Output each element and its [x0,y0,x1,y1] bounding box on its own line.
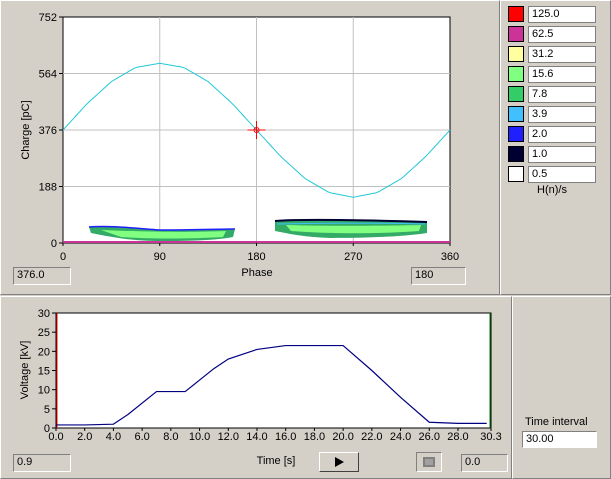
voltage-plot-panel: 0.0 2.0 4.0 6.0 8.0 10.0 12.0 14.0 16.0 18.0 20.0 2… [0,296,512,479]
legend-threshold-field[interactable]: 125.0 [528,6,596,23]
legend-unit-label: H(n)/s [537,184,567,196]
phase-plot-panel: 0 90 180 270 360 0 188 376 564 752 Phase Charge … [0,0,500,295]
stop-icon [423,457,435,467]
y-tick-label: 20 [38,346,50,358]
legend-item: 31.2 [508,46,598,63]
y-tick-label: 564 [39,69,57,81]
legend-item: 0.5 [508,166,598,183]
x-tick-label: 30.3 [480,431,501,443]
x-tick-label: 270 [344,251,362,263]
legend-item: 3.9 [508,106,598,123]
legend-color-swatch[interactable] [508,106,524,122]
stop-button[interactable] [416,452,442,472]
play-icon [335,457,344,467]
legend-threshold-field[interactable]: 3.9 [528,106,596,123]
legend-item: 62.5 [508,26,598,43]
x-tick-label: 28.0 [447,431,468,443]
x-tick-label: 26.0 [419,431,440,443]
y-axis-label: Charge [pC] [20,100,32,159]
voltage-chart[interactable]: 0.0 2.0 4.0 6.0 8.0 10.0 12.0 14.0 16.0 18.0 20.0 2… [1,297,511,478]
legend-threshold-field[interactable]: 15.6 [528,66,596,83]
legend-threshold-field[interactable]: 0.5 [528,166,596,183]
x-tick-label: 18.0 [304,431,325,443]
x-tick-label: 0.0 [48,431,63,443]
y-tick-label: 188 [39,182,57,194]
voltage-plot-area[interactable] [55,312,492,429]
x-axis-label: Time [s] [257,455,296,467]
x-tick-label: 12.0 [218,431,239,443]
y-tick-label: 25 [38,327,50,339]
y-tick-label: 0 [51,238,57,250]
x-tick-label: 8.0 [163,431,178,443]
x-tick-label: 0 [60,251,66,263]
legend-color-swatch[interactable] [508,6,524,22]
time-interval-panel [512,296,611,479]
phase-chart[interactable]: 0 90 180 270 360 0 188 376 564 752 Phase Charge … [1,1,499,294]
charge-readout: 376.0 [13,267,71,285]
x-tick-label: 180 [247,251,265,263]
y-tick-label: 5 [44,404,50,416]
x-tick-label: 360 [441,251,459,263]
x-tick-label: 10.0 [189,431,210,443]
x-tick-label: 24.0 [390,431,411,443]
x-tick-label: 6.0 [134,431,149,443]
x-tick-label: 20.0 [332,431,353,443]
legend-item: 1.0 [508,146,598,163]
phase-readout: 180 [411,267,466,285]
y-tick-label: 15 [38,366,50,378]
time-interval-input[interactable]: 30.00 [522,431,597,448]
legend-threshold-field[interactable]: 1.0 [528,146,596,163]
legend-color-swatch[interactable] [508,146,524,162]
y-tick-label: 376 [39,125,57,137]
y-tick-label: 0 [44,423,50,435]
time-interval-label: Time interval [525,416,588,428]
time-readout: 0.0 [461,454,508,472]
y-tick-label: 752 [39,12,57,24]
legend-item: 7.8 [508,86,598,103]
x-tick-label: 22.0 [361,431,382,443]
legend-color-swatch[interactable] [508,46,524,62]
legend-color-swatch[interactable] [508,86,524,102]
y-axis-label: Voltage [kV] [19,341,31,400]
voltage-readout: 0.9 [13,454,71,472]
legend-item: 125.0 [508,6,598,23]
y-tick-label: 30 [38,308,50,320]
x-tick-label: 14.0 [246,431,267,443]
x-tick-label: 16.0 [275,431,296,443]
x-axis-label: Phase [241,267,272,279]
legend-color-swatch[interactable] [508,166,524,182]
x-tick-label: 90 [154,251,166,263]
legend-color-swatch[interactable] [508,26,524,42]
x-tick-label: 4.0 [106,431,121,443]
legend-threshold-field[interactable]: 62.5 [528,26,596,43]
play-button[interactable] [319,452,359,472]
legend-threshold-field[interactable]: 2.0 [528,126,596,143]
legend-threshold-field[interactable]: 31.2 [528,46,596,63]
legend-color-swatch[interactable] [508,66,524,82]
legend-threshold-field[interactable]: 7.8 [528,86,596,103]
legend-item: 2.0 [508,126,598,143]
legend-item: 15.6 [508,66,598,83]
y-tick-label: 10 [38,385,50,397]
legend-color-swatch[interactable] [508,126,524,142]
x-tick-label: 2.0 [77,431,92,443]
